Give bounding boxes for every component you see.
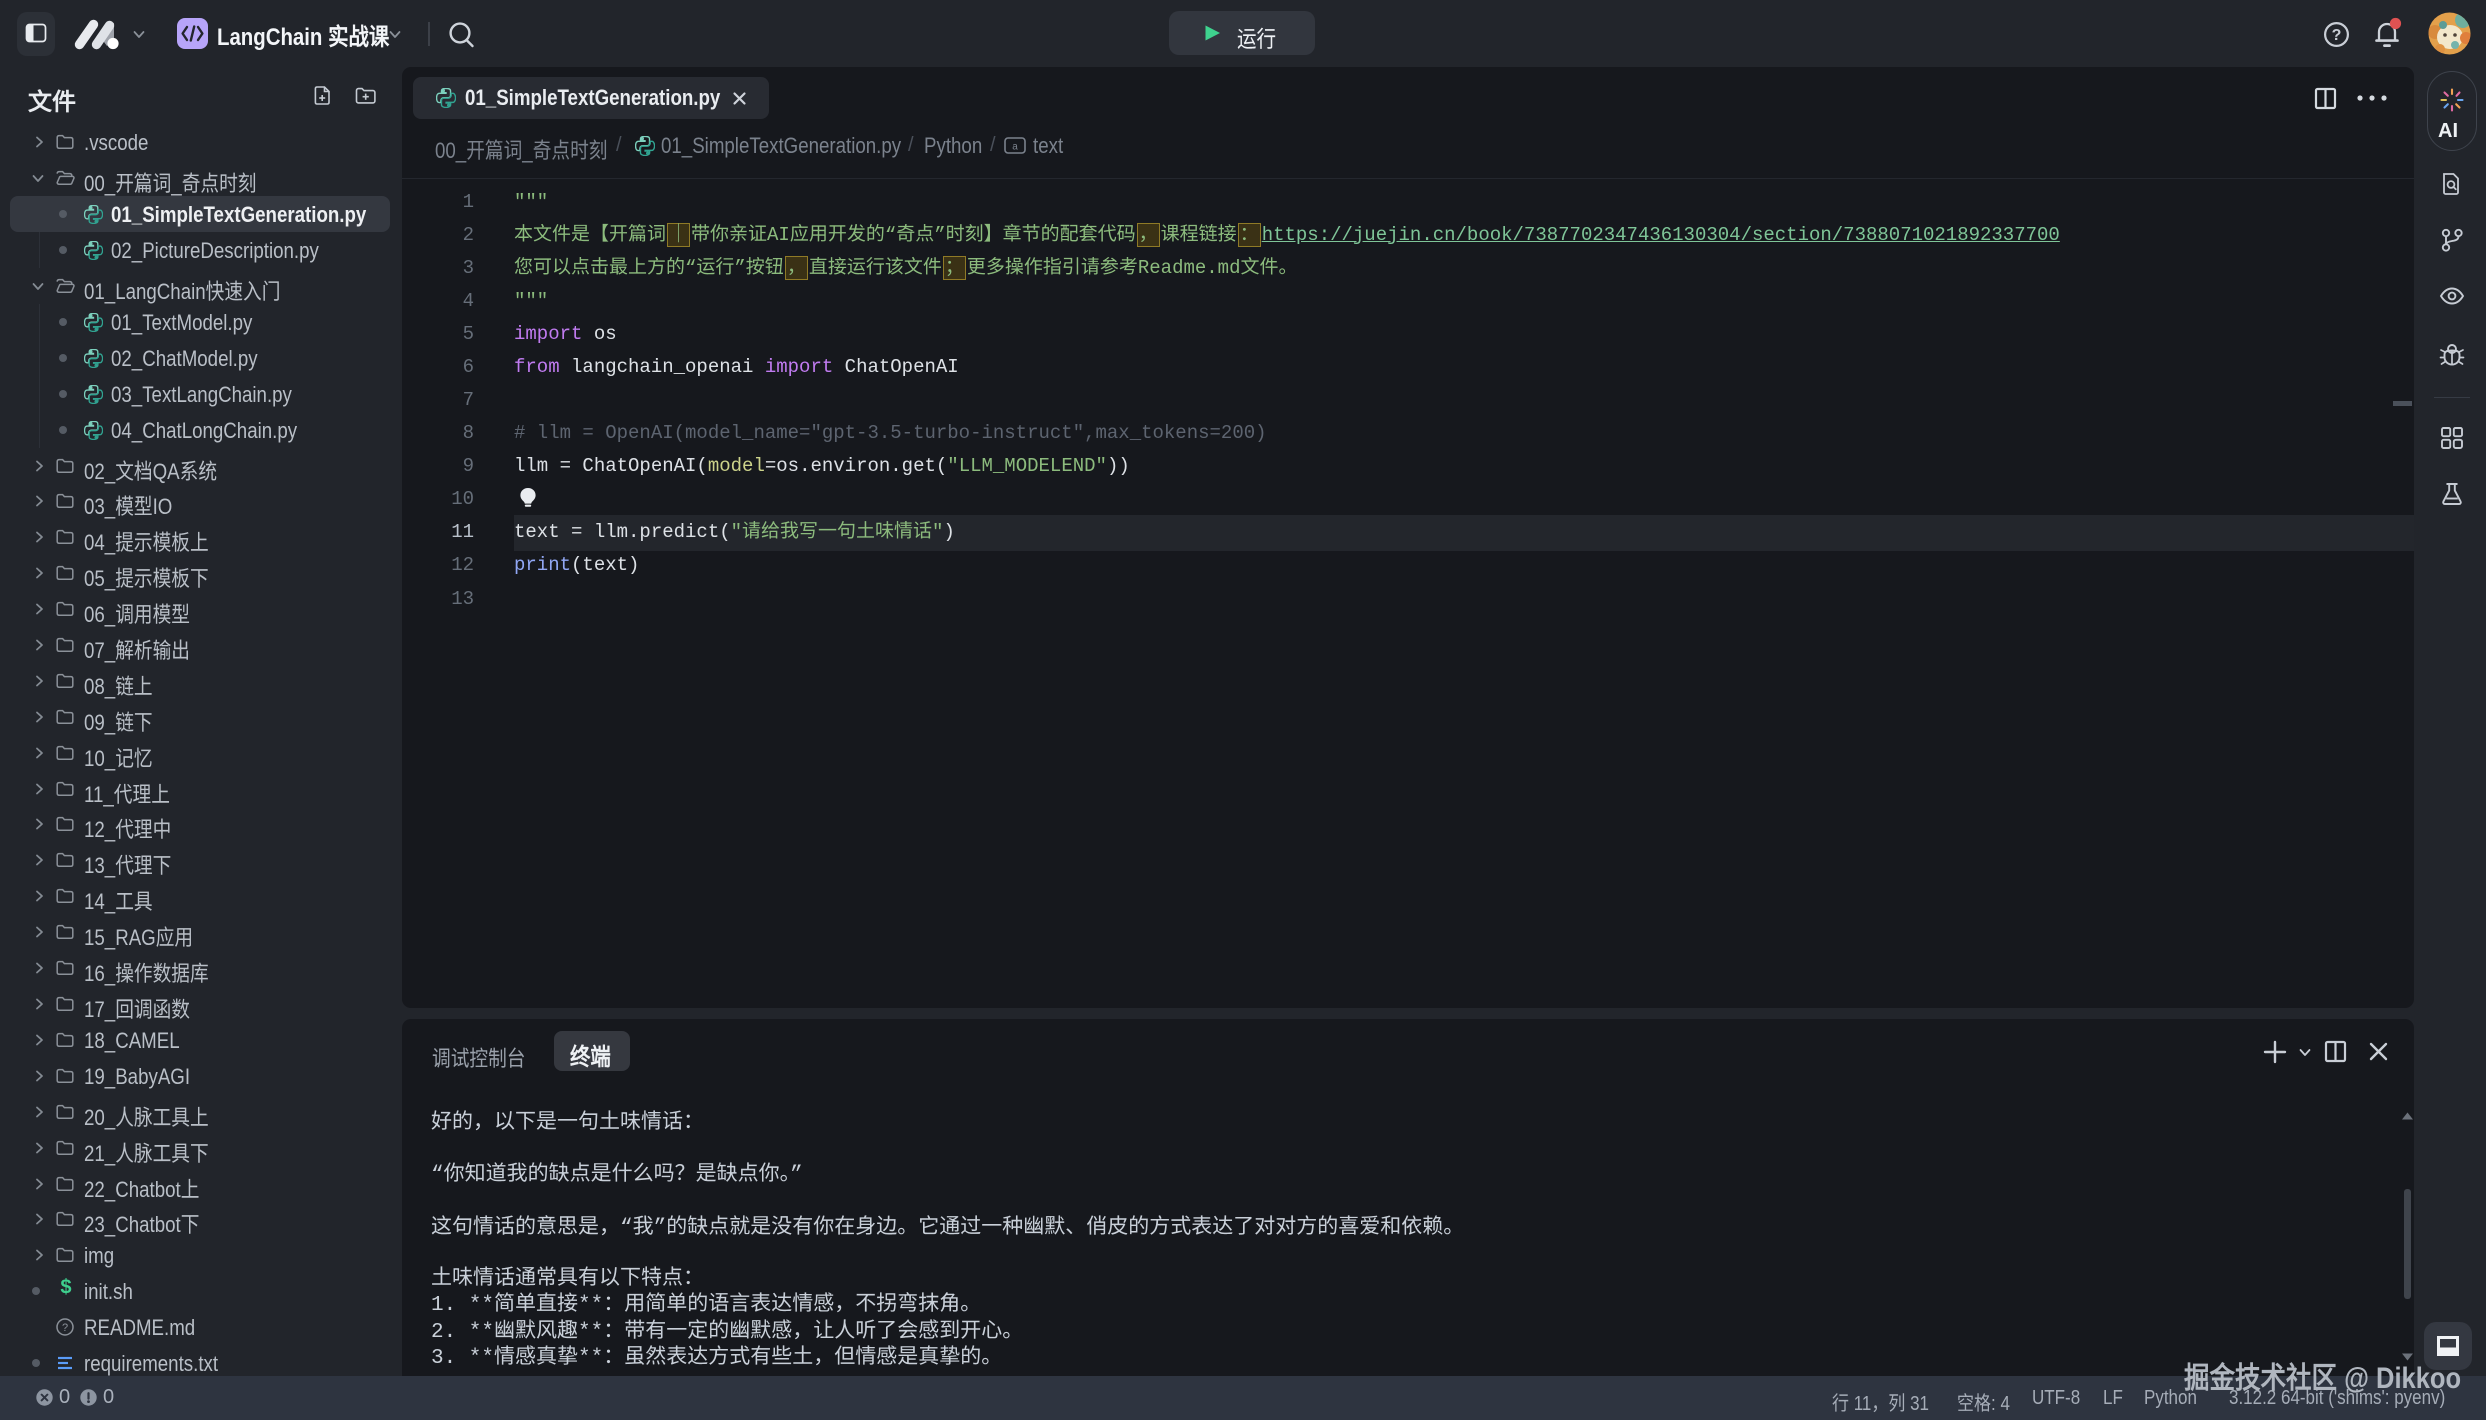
svg-text:?: ? [62, 1322, 68, 1334]
svg-text:a: a [1012, 142, 1018, 153]
svg-text:?: ? [2332, 27, 2342, 44]
